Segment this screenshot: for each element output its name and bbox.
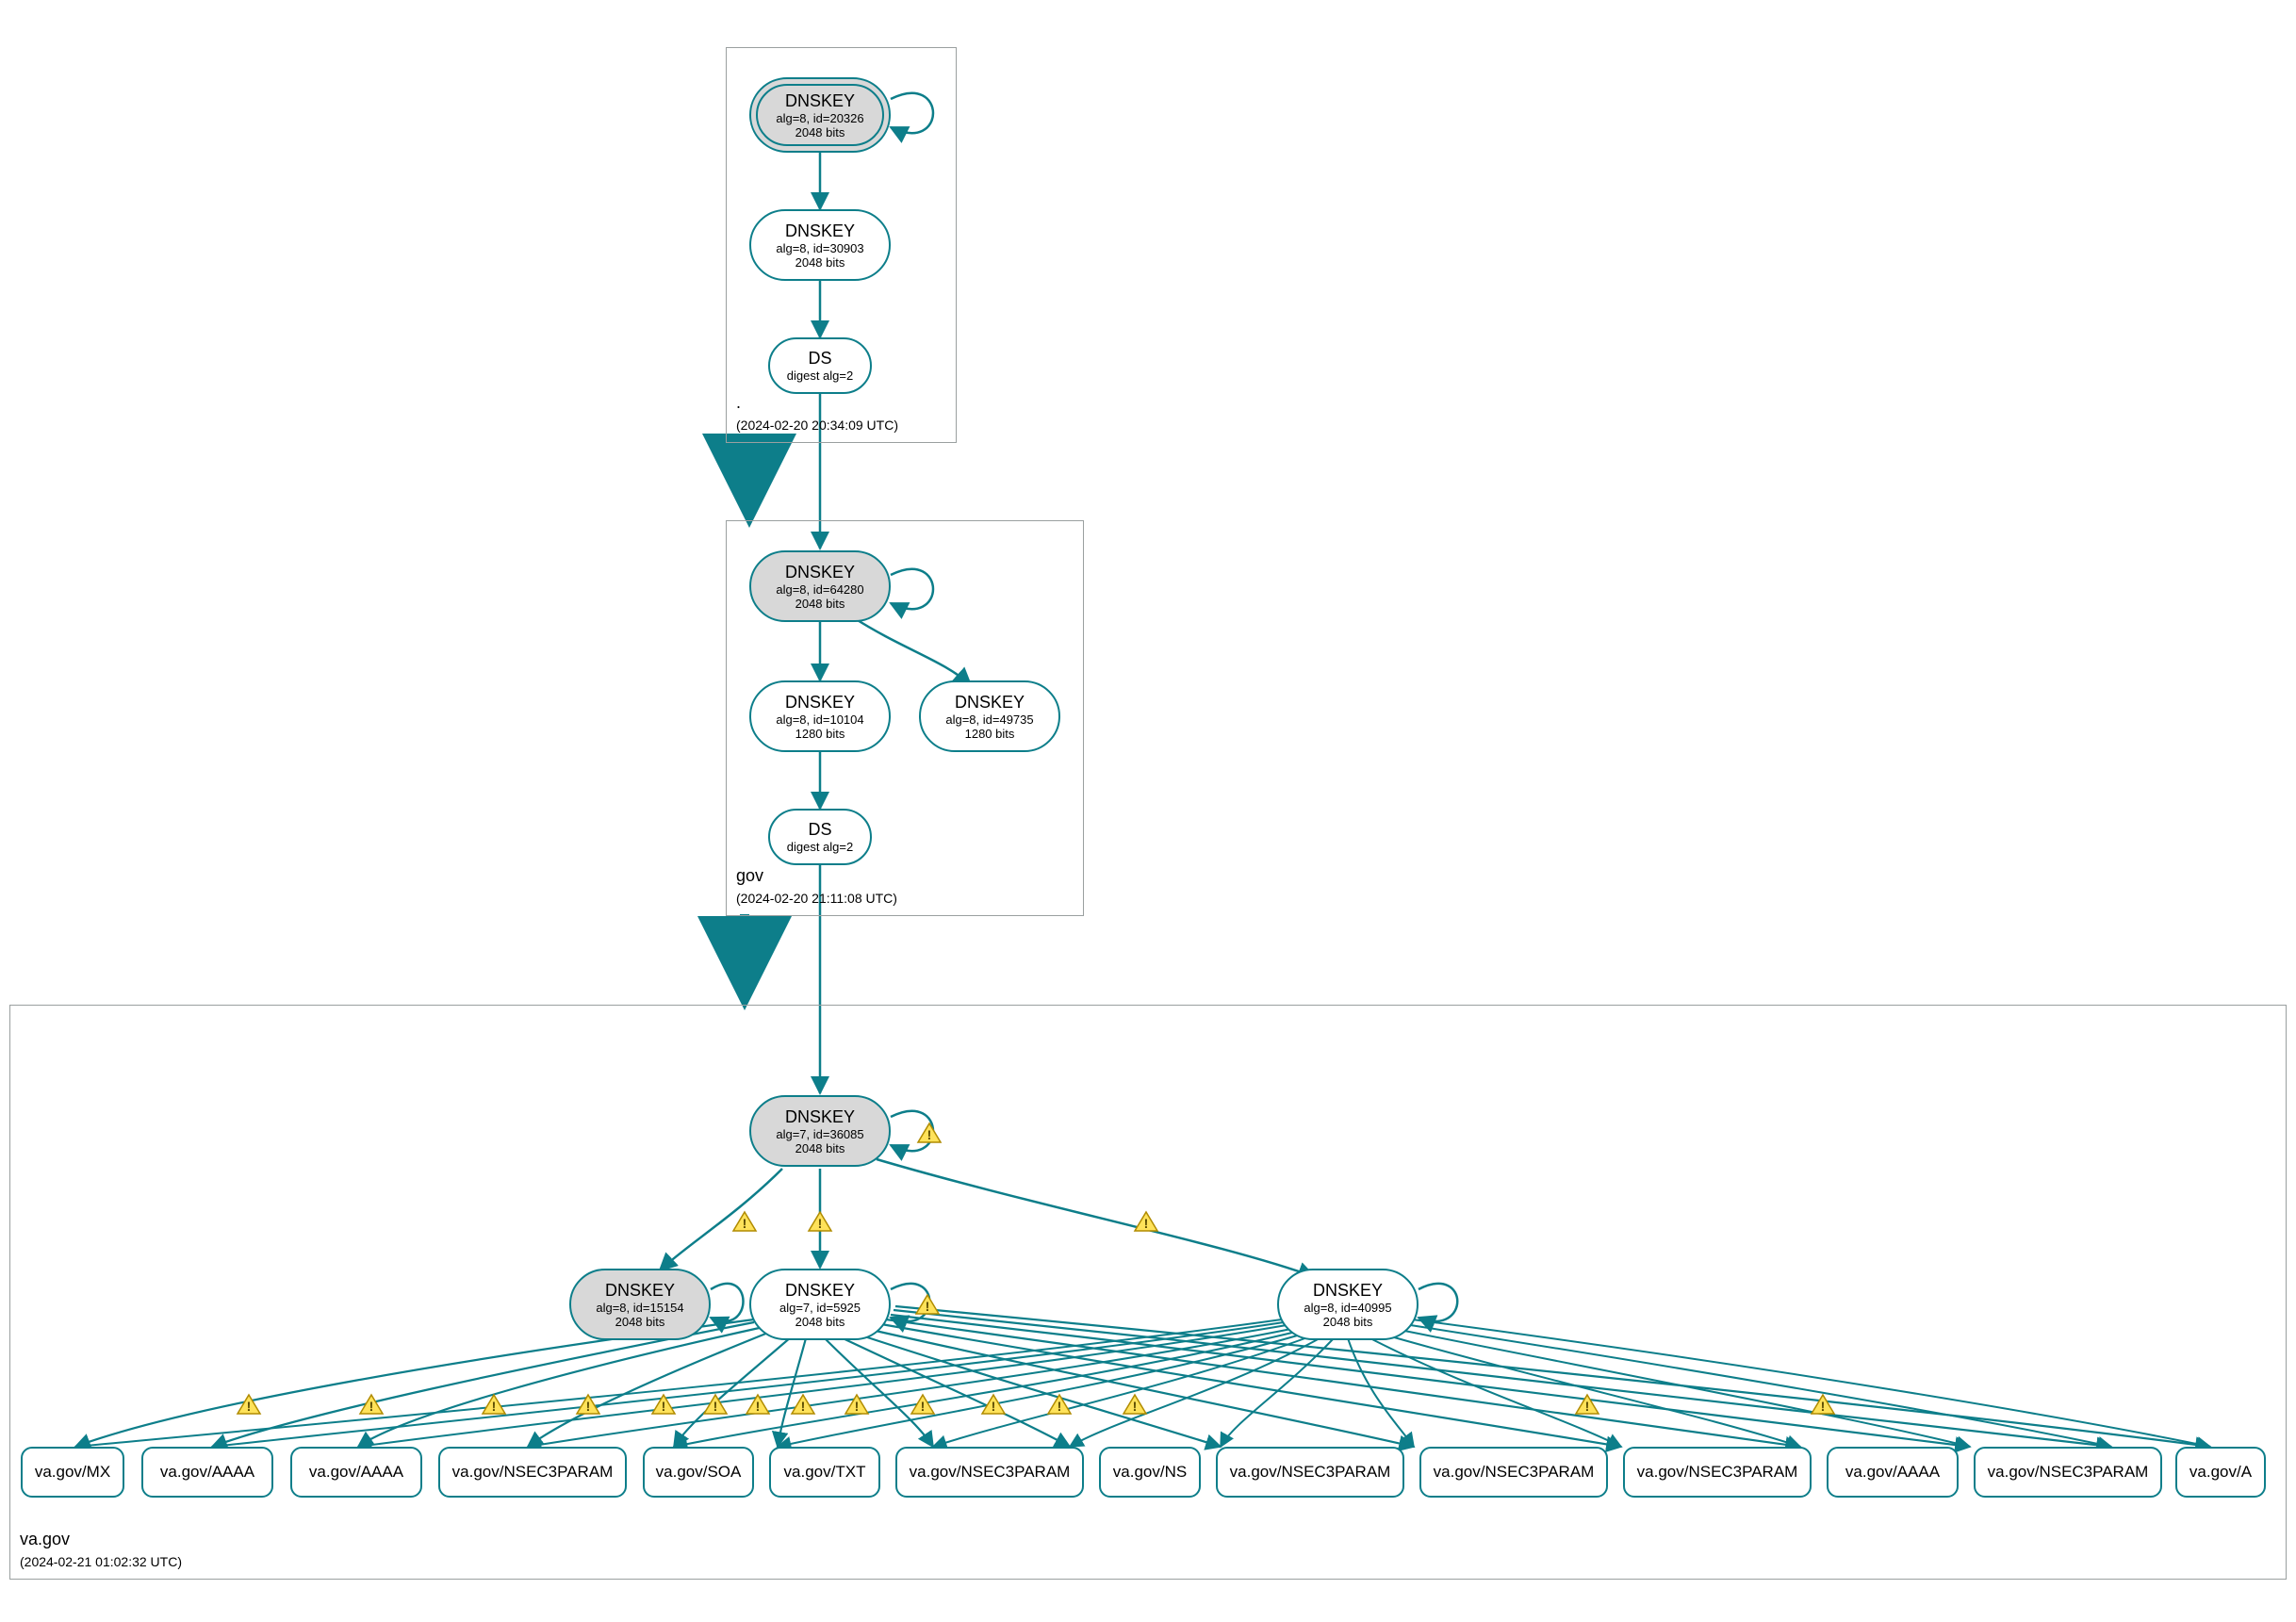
node-va-5925: DNSKEY alg=7, id=5925 2048 bits	[749, 1269, 891, 1340]
node-va-ksk: DNSKEY alg=7, id=36085 2048 bits	[749, 1095, 891, 1167]
node-root-zsk-sub2: 2048 bits	[795, 255, 845, 270]
node-va-5925-sub1: alg=7, id=5925	[779, 1301, 861, 1315]
node-va-ksk-sub1: alg=7, id=36085	[776, 1127, 863, 1141]
zone-root-name: .	[736, 393, 741, 412]
node-gov-zsk1-sub1: alg=8, id=10104	[776, 713, 863, 727]
node-gov-zsk1-title: DNSKEY	[785, 693, 855, 713]
node-va-40995-sub2: 2048 bits	[1323, 1315, 1373, 1329]
rr-txt: va.gov/TXT	[769, 1447, 880, 1498]
zone-gov-label: gov (2024-02-20 21:11:08 UTC)	[736, 865, 897, 908]
node-root-ds-sub1: digest alg=2	[787, 369, 853, 383]
node-root-zsk-sub1: alg=8, id=30903	[776, 241, 863, 255]
node-va-15154-sub2: 2048 bits	[615, 1315, 665, 1329]
node-gov-zsk1-sub2: 1280 bits	[795, 727, 845, 741]
node-gov-zsk2-sub1: alg=8, id=49735	[945, 713, 1033, 727]
node-va-5925-sub2: 2048 bits	[795, 1315, 845, 1329]
node-va-15154-sub1: alg=8, id=15154	[596, 1301, 683, 1315]
zone-gov-time: (2024-02-20 21:11:08 UTC)	[736, 891, 897, 906]
node-gov-ds-sub1: digest alg=2	[787, 840, 853, 854]
rr-nsec3-1: va.gov/NSEC3PARAM	[438, 1447, 627, 1498]
dnssec-diagram: . (2024-02-20 20:34:09 UTC) gov (2024-02…	[0, 0, 2296, 1622]
node-va-40995-sub1: alg=8, id=40995	[1304, 1301, 1391, 1315]
node-va-40995: DNSKEY alg=8, id=40995 2048 bits	[1277, 1269, 1419, 1340]
node-root-ksk-title: DNSKEY	[785, 91, 855, 111]
rr-a-1: va.gov/A	[2175, 1447, 2266, 1498]
rr-mx: va.gov/MX	[21, 1447, 124, 1498]
rr-nsec3-4: va.gov/NSEC3PARAM	[1419, 1447, 1608, 1498]
node-gov-ds: DS digest alg=2	[768, 809, 872, 865]
node-va-ksk-title: DNSKEY	[785, 1107, 855, 1127]
rr-nsec3-3: va.gov/NSEC3PARAM	[1216, 1447, 1404, 1498]
node-va-40995-title: DNSKEY	[1313, 1281, 1383, 1301]
node-root-zsk-title: DNSKEY	[785, 221, 855, 241]
node-root-ksk-sub2: 2048 bits	[795, 125, 845, 139]
node-gov-ksk-title: DNSKEY	[785, 563, 855, 582]
node-root-ksk: DNSKEY alg=8, id=20326 2048 bits	[749, 77, 891, 153]
node-root-ds: DS digest alg=2	[768, 337, 872, 394]
zone-gov-name: gov	[736, 866, 763, 885]
rr-nsec3-5: va.gov/NSEC3PARAM	[1623, 1447, 1812, 1498]
node-gov-zsk2-title: DNSKEY	[955, 693, 1025, 713]
rr-aaaa-3: va.gov/AAAA	[1827, 1447, 1959, 1498]
node-gov-ksk-sub2: 2048 bits	[795, 597, 845, 611]
rr-nsec3-6: va.gov/NSEC3PARAM	[1974, 1447, 2162, 1498]
node-gov-zsk1: DNSKEY alg=8, id=10104 1280 bits	[749, 680, 891, 752]
node-gov-ksk-sub1: alg=8, id=64280	[776, 582, 863, 597]
node-root-zsk: DNSKEY alg=8, id=30903 2048 bits	[749, 209, 891, 281]
zone-vagov-name: va.gov	[20, 1530, 70, 1548]
node-gov-ds-title: DS	[808, 820, 831, 840]
node-va-ksk-sub2: 2048 bits	[795, 1141, 845, 1155]
zone-root-label: . (2024-02-20 20:34:09 UTC)	[736, 392, 898, 434]
node-gov-ksk: DNSKEY alg=8, id=64280 2048 bits	[749, 550, 891, 622]
node-va-15154-title: DNSKEY	[605, 1281, 675, 1301]
zone-root-time: (2024-02-20 20:34:09 UTC)	[736, 418, 898, 433]
rr-soa: va.gov/SOA	[643, 1447, 754, 1498]
node-gov-zsk2-sub2: 1280 bits	[965, 727, 1015, 741]
rr-aaaa-1: va.gov/AAAA	[141, 1447, 273, 1498]
node-root-ds-title: DS	[808, 349, 831, 369]
zone-vagov-label: va.gov (2024-02-21 01:02:32 UTC)	[20, 1529, 182, 1571]
node-gov-zsk2: DNSKEY alg=8, id=49735 1280 bits	[919, 680, 1060, 752]
node-va-15154: DNSKEY alg=8, id=15154 2048 bits	[569, 1269, 711, 1340]
rr-aaaa-2: va.gov/AAAA	[290, 1447, 422, 1498]
rr-ns: va.gov/NS	[1099, 1447, 1201, 1498]
zone-vagov-time: (2024-02-21 01:02:32 UTC)	[20, 1554, 182, 1569]
node-root-ksk-sub1: alg=8, id=20326	[776, 111, 863, 125]
node-va-5925-title: DNSKEY	[785, 1281, 855, 1301]
rr-nsec3-2: va.gov/NSEC3PARAM	[895, 1447, 1084, 1498]
